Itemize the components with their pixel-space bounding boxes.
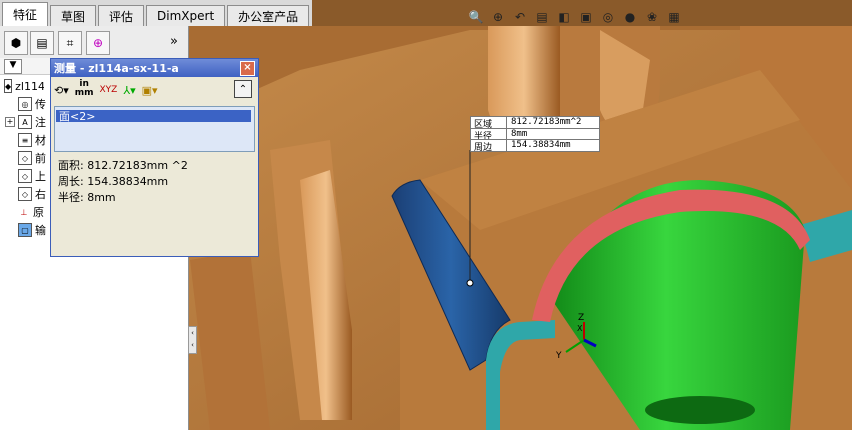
close-icon[interactable]: × [240, 61, 255, 76]
heads-up-view-toolbar: 🔍 ⊕ ↶ ▤ ◧ ▣ ◎ ● ❀ ▦ [466, 8, 746, 28]
expand-dialog-button[interactable]: ⌃ [234, 80, 252, 98]
feature-manager-toolbar: ⬢ ▤ ⌗ ⊕ » [0, 26, 188, 59]
result-perimeter: 周长: 154.38834mm [58, 175, 169, 188]
show-xyz-measurements-button[interactable]: XYZ [97, 80, 121, 100]
view-settings-icon[interactable]: ▦ [664, 8, 684, 26]
units-precision-button[interactable]: in mm [72, 80, 97, 100]
selection-item-face[interactable]: 面<2> [56, 110, 251, 123]
section-view-icon[interactable]: ▤ [532, 8, 552, 26]
tree-item-part[interactable]: ◆ zl114 [4, 78, 44, 94]
hide-show-items-icon[interactable]: ◎ [598, 8, 618, 26]
measure-dialog: 测量 - zl114a-sx-11-a × ⟲▾ in mm XYZ ⅄▾ ▣▾ … [50, 58, 259, 257]
arc-circle-measure-icon[interactable]: ⟲▾ [51, 80, 72, 100]
zoom-to-area-icon[interactable]: ⊕ [488, 8, 508, 26]
view-orientation-icon[interactable]: ◧ [554, 8, 574, 26]
display-style-icon[interactable]: ▣ [576, 8, 596, 26]
imported-icon: ▢ [18, 223, 32, 237]
create-sensor-icon[interactable]: ▣▾ [139, 80, 161, 100]
sensor-icon: ◎ [18, 97, 32, 111]
previous-view-icon[interactable]: ↶ [510, 8, 530, 26]
plane-icon: ◇ [18, 151, 32, 165]
filter-icon[interactable]: ▼ [4, 59, 22, 74]
part-icon: ◆ [4, 79, 13, 93]
annotation-icon: A [18, 115, 32, 129]
tab-evaluate[interactable]: 评估 [98, 5, 145, 26]
measure-toolbar: ⟲▾ in mm XYZ ⅄▾ ▣▾ [51, 78, 258, 102]
plane-icon: ◇ [18, 187, 32, 201]
configuration-manager-tab-icon[interactable]: ⌗ [58, 31, 82, 55]
edit-appearance-icon[interactable]: ● [620, 8, 640, 26]
tab-sketch[interactable]: 草图 [50, 5, 97, 26]
zoom-to-fit-icon[interactable]: 🔍 [466, 8, 486, 26]
callout-row-perimeter: 周边 154.38834mm [471, 139, 599, 153]
command-manager-tabs: 特征 草图 评估 DimXpert 办公室产品 [0, 0, 312, 27]
selection-list[interactable]: 面<2> [54, 106, 255, 152]
tab-office-products[interactable]: 办公室产品 [227, 5, 310, 26]
measure-dialog-titlebar[interactable]: 测量 - zl114a-sx-11-a × [51, 59, 258, 77]
point-to-point-icon[interactable]: ⅄▾ [120, 80, 138, 100]
result-radius: 半径: 8mm [58, 191, 116, 204]
triad-z-label: Z [578, 313, 584, 323]
callout-row-area: 区域 812.72183mm^2 [471, 117, 599, 130]
tab-dimxpert[interactable]: DimXpert [146, 5, 226, 26]
triad-y-label: Y [555, 351, 562, 361]
panel-collapse-icon[interactable]: » [170, 34, 178, 49]
measure-dialog-title: 测量 - zl114a-sx-11-a [54, 62, 179, 75]
tab-features[interactable]: 特征 [2, 2, 49, 26]
measure-results: 面积: 812.72183mm ^2 周长: 154.38834mm 半径: 8… [54, 154, 253, 252]
expand-toggle-icon[interactable]: + [5, 117, 15, 127]
graphics-viewport[interactable]: Z Y X [188, 26, 852, 430]
panel-splitter-handle[interactable]: ‹ ‹ [188, 326, 197, 354]
triad-x-label: X [577, 324, 583, 333]
origin-icon: ⊥ [18, 206, 30, 218]
feature-manager-tab-icon[interactable]: ⬢ [4, 31, 28, 55]
plane-icon: ◇ [18, 169, 32, 183]
material-icon: ≡ [18, 133, 32, 147]
property-manager-tab-icon[interactable]: ▤ [30, 31, 54, 55]
measure-callout: 区域 812.72183mm^2 半径 8mm 周边 154.38834mm [470, 116, 600, 153]
result-area: 面积: 812.72183mm ^2 [58, 159, 188, 172]
dimxpert-manager-tab-icon[interactable]: ⊕ [86, 31, 110, 55]
apply-scene-icon[interactable]: ❀ [642, 8, 662, 26]
